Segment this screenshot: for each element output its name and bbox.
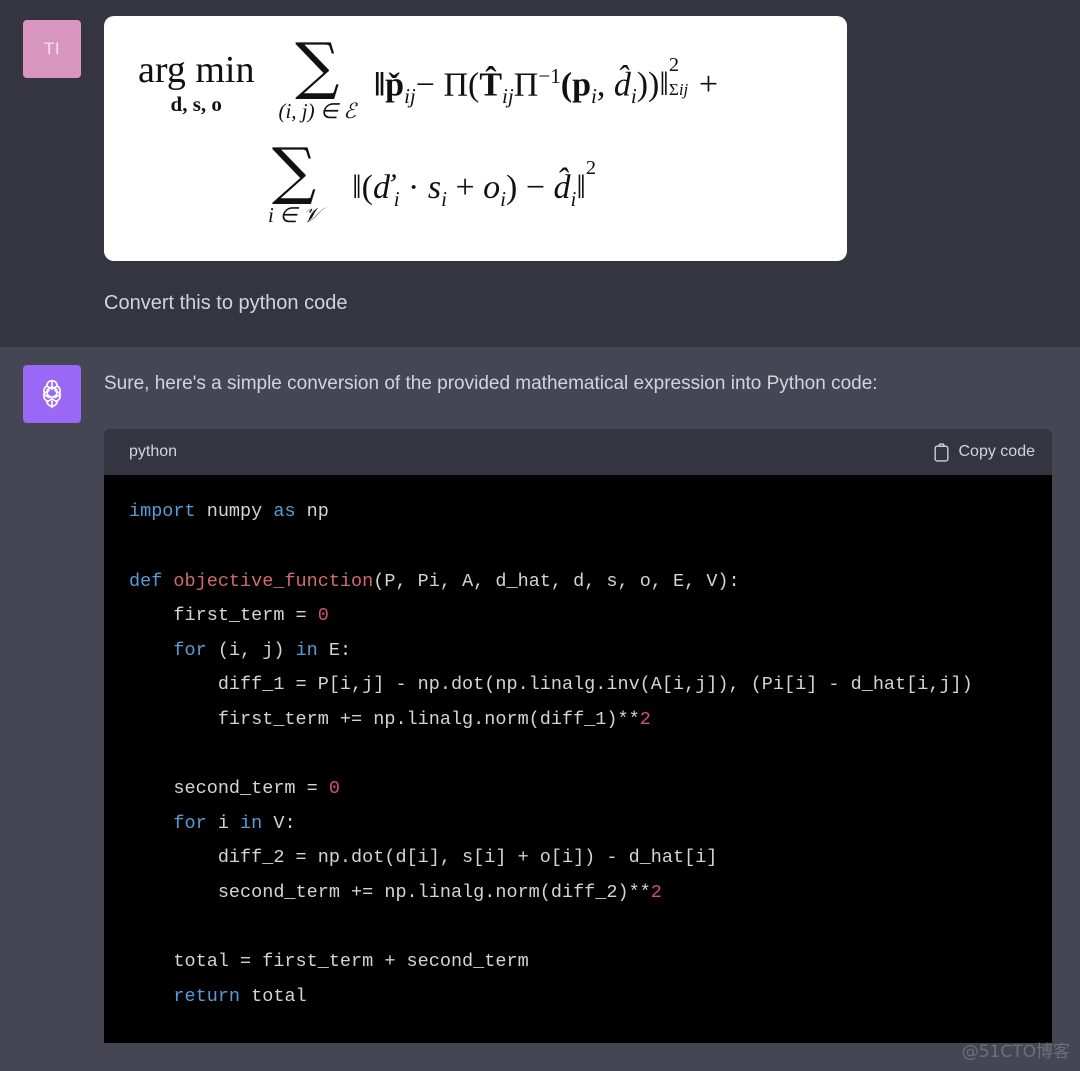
code-token: for [173, 812, 207, 834]
openai-logo-icon [34, 376, 70, 412]
equation-content: arg min d, s, o ∑ (i, j) ∈ ℰ ‖p̌ij− Π(T̂… [104, 16, 847, 261]
code-line: for (i, j) in E: [129, 634, 1052, 669]
norm-subscript: Σij [668, 79, 689, 99]
code-line: second_term = 0 [129, 772, 1052, 807]
sigma-symbol-2: ∑ [271, 133, 317, 207]
code-line: total = first_term + second_term [129, 945, 1052, 980]
code-block-header: python Copy code [104, 429, 1052, 476]
code-line: import numpy as np [129, 495, 1052, 530]
avatar-initials: TI [43, 39, 61, 58]
copy-code-label: Copy code [958, 443, 1036, 461]
assistant-avatar-column [0, 361, 104, 1071]
code-token: in [295, 639, 318, 661]
code-token: numpy [195, 501, 274, 523]
code-token: as [273, 501, 296, 523]
clipboard-icon [933, 443, 950, 462]
code-token: diff_2 = np.dot(d[i], s[i] + o[i]) - d_h… [129, 847, 718, 869]
code-token: second_term += np.linalg.norm(diff_2)** [129, 881, 651, 903]
assistant-message-row: Sure, here's a simple conversion of the … [0, 347, 1080, 1071]
argmin-subscript: d, s, o [170, 92, 222, 117]
code-token: 0 [328, 778, 340, 800]
code-content[interactable]: import numpy as np def objective_functio… [104, 475, 1052, 1044]
user-prompt-text: Convert this to python code [104, 292, 348, 314]
user-message-row: TI arg min d, s, o ∑ (i, j) ∈ ℰ ‖p̌ij− Π… [0, 0, 1080, 347]
equation-expression-1: ‖p̌ij− Π(T̂ijΠ−1(pi, d̂i))‖ 2 Σij + [374, 53, 719, 108]
code-token: i [206, 812, 241, 834]
summation-2: ∑ i ∈ 𝒱 [268, 133, 321, 237]
code-token: first_term = [129, 605, 318, 627]
code-token: E: [317, 639, 352, 661]
code-token: 2 [639, 709, 651, 730]
code-language-label: python [129, 443, 178, 461]
avatar [23, 365, 81, 423]
equation-expression-2: ‖(ďi · si + oi) − d̂i‖ 2 [352, 157, 597, 212]
code-token: total = first_term + second_term [129, 951, 529, 973]
code-line: return total [129, 980, 1052, 1015]
code-token: total [240, 985, 307, 1007]
code-block: python Copy code import numpy as np def … [104, 429, 1052, 1044]
user-avatar-column: TI [0, 16, 104, 347]
code-token: return [173, 985, 241, 1007]
code-token: diff_1 = P[i,j] - np.dot(np.linalg.inv(A… [129, 674, 973, 696]
chat-conversation-page: TI arg min d, s, o ∑ (i, j) ∈ ℰ ‖p̌ij− Π… [0, 0, 1080, 1071]
code-token: first_term += np.linalg.norm(diff_1)** [129, 709, 640, 730]
code-token: objective_function [173, 570, 374, 592]
code-token: 0 [317, 605, 329, 627]
code-token: for [173, 639, 207, 661]
sigma-symbol: ∑ [295, 28, 340, 102]
sum-limits: (i, j) ∈ ℰ [278, 98, 357, 123]
code-token: (i, j) [206, 639, 296, 661]
code-token: import [129, 501, 196, 523]
code-token: 2 [650, 881, 662, 903]
code-line: diff_1 = P[i,j] - np.dot(np.linalg.inv(A… [129, 668, 1052, 703]
assistant-message-content: Sure, here's a simple conversion of the … [104, 361, 1080, 1071]
code-token: (P, Pi, A, d_hat, d, s, o, E, V): [373, 570, 740, 592]
code-token: def [129, 570, 163, 592]
copy-code-button[interactable]: Copy code [933, 443, 1036, 462]
sum-limits-2: i ∈ 𝒱 [268, 203, 321, 228]
user-message-content: arg min d, s, o ∑ (i, j) ∈ ℰ ‖p̌ij− Π(T̂… [104, 16, 1080, 347]
code-line: first_term += np.linalg.norm(diff_1)**2 [129, 703, 1052, 738]
code-line: def objective_function(P, Pi, A, d_hat, … [129, 565, 1052, 600]
equation-line-2: ∑ i ∈ 𝒱 ‖(ďi · si + oi) − d̂i‖ 2 [138, 133, 847, 237]
code-token: V: [262, 812, 296, 834]
code-line: diff_2 = np.dot(d[i], s[i] + o[i]) - d_h… [129, 841, 1052, 876]
code-line: first_term = 0 [129, 599, 1052, 634]
norm-close-1: ))‖ 2 Σij [636, 53, 689, 103]
code-line: for i in V: [129, 807, 1052, 842]
equation-line-1: arg min d, s, o ∑ (i, j) ∈ ℰ ‖p̌ij− Π(T̂… [138, 28, 847, 132]
summation-1: ∑ (i, j) ∈ ℰ [278, 28, 357, 132]
equation-image-attachment[interactable]: arg min d, s, o ∑ (i, j) ∈ ℰ ‖p̌ij− Π(T̂… [104, 16, 847, 261]
argmin-top: arg min [138, 49, 255, 92]
plus-operator: + [698, 65, 719, 103]
code-token: second_term = [129, 778, 329, 800]
norm-close-2: ‖ 2 [576, 157, 597, 207]
code-token: in [240, 812, 263, 834]
argmin-operator: arg min d, s, o [138, 51, 254, 121]
code-line: second_term += np.linalg.norm(diff_2)**2 [129, 876, 1052, 911]
assistant-response-text: Sure, here's a simple conversion of the … [104, 373, 878, 394]
avatar: TI [23, 20, 81, 78]
code-token: np [295, 501, 329, 523]
